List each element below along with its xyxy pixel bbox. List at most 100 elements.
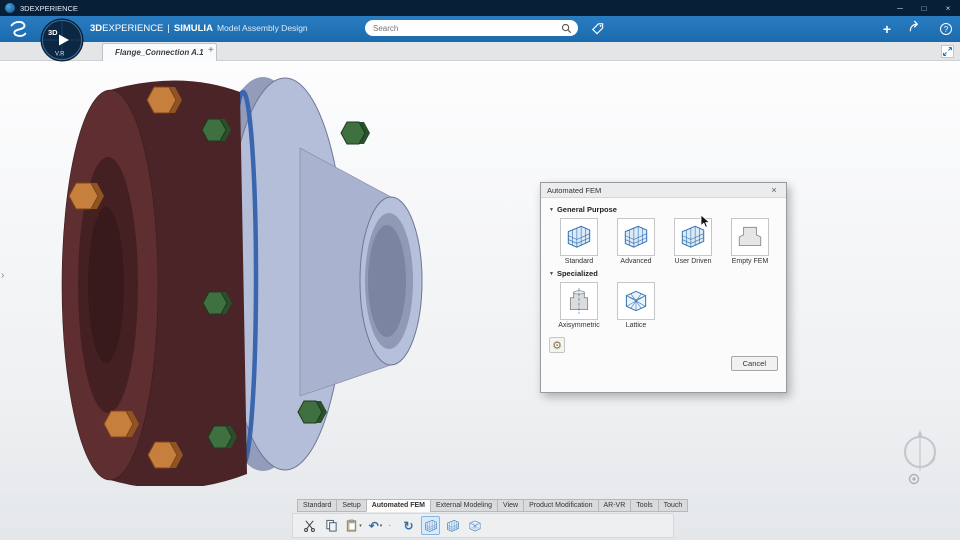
fullscreen-toggle-icon[interactable] bbox=[941, 45, 954, 63]
axisymmetric-fem-icon bbox=[564, 286, 594, 316]
empty-fem-icon bbox=[735, 222, 765, 252]
compass-3d-label: 3D bbox=[48, 28, 58, 37]
collapse-arrow-icon: ▼ bbox=[549, 271, 554, 277]
copy-button[interactable] bbox=[322, 516, 341, 535]
fem-axisymmetric-button[interactable] bbox=[560, 282, 598, 320]
chevron-down-icon: ▾ bbox=[380, 523, 383, 529]
bolt-orange-top bbox=[147, 87, 182, 113]
tag-icon[interactable] bbox=[590, 21, 605, 41]
maximize-button[interactable]: □ bbox=[912, 0, 936, 16]
search-input[interactable] bbox=[365, 24, 561, 33]
fem-lattice-button[interactable] bbox=[617, 282, 655, 320]
compass-up-arrow-icon bbox=[918, 430, 923, 436]
document-tabbar: Flange_Connection A.1 + bbox=[0, 42, 960, 61]
document-tab-label: Flange_Connection A.1 bbox=[115, 48, 204, 57]
tile-label: Axisymmetric bbox=[558, 322, 600, 329]
section-general-purpose[interactable]: ▼ General Purpose bbox=[549, 205, 778, 214]
3d-viewport[interactable]: › Automated FEM × ▼ General Purpose Stan… bbox=[0, 62, 960, 540]
ribbon-tab-tools[interactable]: Tools bbox=[630, 499, 658, 512]
tile-label: Empty FEM bbox=[732, 258, 769, 265]
lattice-fem-icon bbox=[621, 286, 651, 316]
tile-label: Lattice bbox=[626, 322, 647, 329]
product-name: Model Assembly Design bbox=[217, 23, 308, 33]
cut-button[interactable] bbox=[300, 516, 319, 535]
application-window: 3DEXPERIENCE ─ □ × 3D V.R 3DEXPERIENCE |… bbox=[0, 0, 960, 540]
undo-button[interactable]: ↶ ▾ bbox=[366, 516, 385, 535]
fem-advanced-button[interactable] bbox=[617, 218, 655, 256]
minimize-button[interactable]: ─ bbox=[888, 0, 912, 16]
window-titlebar: 3DEXPERIENCE ─ □ × bbox=[0, 0, 960, 16]
chevron-down-icon: ▾ bbox=[359, 523, 362, 529]
bolt-orange-lower-left bbox=[104, 411, 139, 437]
undo-icon: ↶ bbox=[369, 519, 379, 533]
dialog-title: Automated FEM bbox=[547, 186, 601, 195]
mouse-cursor bbox=[700, 214, 711, 229]
brand-experience: EXPERIENCE bbox=[102, 23, 163, 34]
paste-button[interactable]: ▾ bbox=[344, 516, 363, 535]
view-rotation-compass[interactable] bbox=[893, 430, 947, 488]
dassault-systemes-logo-icon bbox=[7, 18, 29, 45]
scissors-icon bbox=[303, 519, 316, 532]
standard-fem-icon bbox=[564, 222, 594, 252]
global-search bbox=[365, 20, 578, 36]
left-flange-bore bbox=[88, 207, 124, 363]
close-button[interactable]: × bbox=[936, 0, 960, 16]
brand-divider: | bbox=[167, 23, 169, 34]
product-brand: SIMULIA bbox=[174, 23, 213, 34]
panel-expander-chevron[interactable]: › bbox=[1, 270, 4, 281]
app-header: 3D V.R 3DEXPERIENCE | SIMULIA Model Asse… bbox=[0, 16, 960, 42]
add-content-button[interactable]: + bbox=[883, 22, 891, 36]
brand-3d: 3D bbox=[90, 23, 102, 34]
action-toolbar: ▾ ↶ ▾ · ↻ bbox=[292, 513, 674, 538]
refresh-icon: ↻ bbox=[403, 519, 413, 533]
mesh-tool-icon bbox=[423, 518, 439, 534]
ribbon-tab-external-modeling[interactable]: External Modeling bbox=[430, 499, 498, 512]
ribbon-tab-standard[interactable]: Standard bbox=[297, 499, 337, 512]
section-specialized[interactable]: ▼ Specialized bbox=[549, 269, 778, 278]
mesh-tool-icon bbox=[445, 518, 461, 534]
compass-version-label: V.R bbox=[55, 52, 65, 58]
collapse-arrow-icon: ▼ bbox=[549, 207, 554, 213]
search-icon[interactable] bbox=[561, 23, 572, 34]
help-button[interactable]: ? bbox=[940, 23, 952, 35]
new-tab-button[interactable]: + bbox=[208, 45, 214, 56]
automated-fem-standard-tool[interactable] bbox=[421, 516, 440, 535]
flange-connection-model[interactable] bbox=[50, 66, 440, 486]
ribbon-tab-setup[interactable]: Setup bbox=[336, 499, 366, 512]
toolbar-overflow-dot[interactable]: · bbox=[388, 520, 396, 531]
fem-standard-button[interactable] bbox=[560, 218, 598, 256]
ribbon-tab-automated-fem[interactable]: Automated FEM bbox=[366, 499, 431, 512]
paste-icon bbox=[345, 519, 358, 532]
nut-green-middle-left bbox=[203, 292, 232, 314]
automated-fem-advanced-tool[interactable] bbox=[443, 516, 462, 535]
automated-fem-dialog: Automated FEM × ▼ General Purpose Standa… bbox=[540, 182, 787, 393]
document-tab-active[interactable]: Flange_Connection A.1 bbox=[102, 43, 217, 61]
brand-title: 3DEXPERIENCE | SIMULIA Model Assembly De… bbox=[90, 23, 308, 34]
advanced-fem-icon bbox=[621, 222, 651, 252]
bolt-orange-upper-left bbox=[69, 183, 104, 209]
copy-icon bbox=[325, 519, 338, 532]
cone-bore bbox=[368, 225, 406, 337]
dialog-titlebar[interactable]: Automated FEM × bbox=[541, 183, 786, 198]
ribbon-tab-product-modification[interactable]: Product Modification bbox=[523, 499, 598, 512]
update-button[interactable]: ↻ bbox=[399, 516, 418, 535]
ribbon-tab-ar-vr[interactable]: AR-VR bbox=[598, 499, 632, 512]
settings-gear-icon[interactable]: ⚙ bbox=[549, 337, 565, 353]
ribbon-tab-view[interactable]: View bbox=[497, 499, 524, 512]
ribbon-tab-touch[interactable]: Touch bbox=[658, 499, 689, 512]
bolt-orange-bottom bbox=[148, 442, 183, 468]
lattice-tool-icon bbox=[467, 518, 483, 534]
cancel-button[interactable]: Cancel bbox=[731, 356, 778, 371]
share-button[interactable] bbox=[908, 19, 923, 39]
automated-fem-lattice-tool[interactable] bbox=[465, 516, 484, 535]
nut-green-top-right bbox=[341, 122, 370, 144]
tile-label: Standard bbox=[565, 258, 593, 265]
nut-green-bottom-left bbox=[208, 426, 237, 448]
nut-green-bottom-right bbox=[298, 401, 327, 423]
fem-empty-button[interactable] bbox=[731, 218, 769, 256]
dialog-close-button[interactable]: × bbox=[768, 185, 780, 195]
ribbon-tab-strip: Standard Setup Automated FEM External Mo… bbox=[298, 499, 688, 512]
app-logo-icon bbox=[5, 3, 15, 13]
window-title: 3DEXPERIENCE bbox=[20, 4, 78, 13]
compass-widget[interactable]: 3D V.R bbox=[40, 18, 84, 62]
